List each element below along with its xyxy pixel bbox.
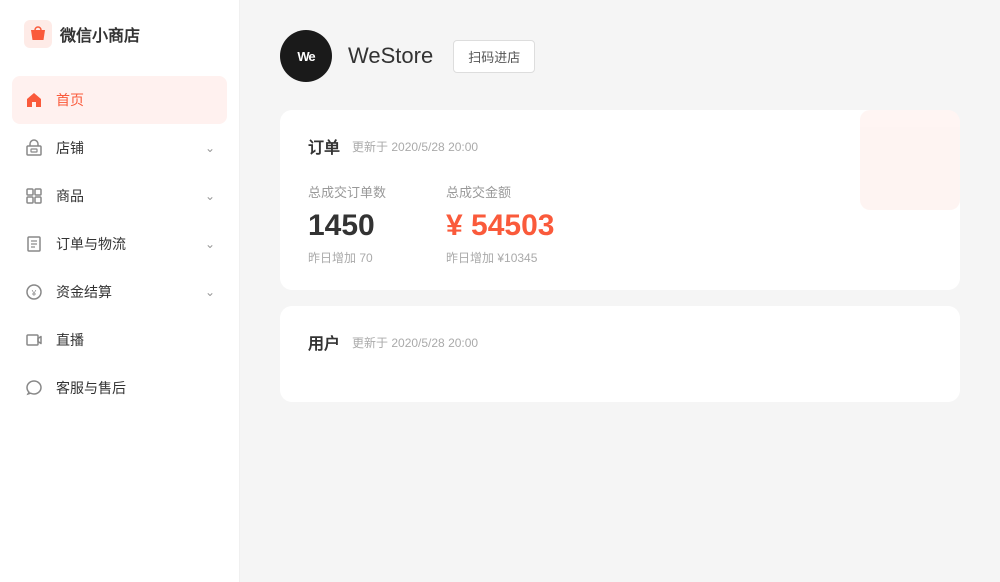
- store-name: WeStore: [348, 43, 433, 69]
- svg-text:¥: ¥: [31, 289, 37, 298]
- stat-order-amount-sub: 昨日增加 ¥10345: [446, 249, 537, 266]
- sidebar-item-home[interactable]: 首页: [12, 76, 227, 124]
- users-card-title: 用户: [308, 330, 340, 354]
- finance-chevron-icon: ⌄: [205, 285, 215, 299]
- store-avatar-text: We: [297, 49, 314, 64]
- orders-card-update: 更新于 2020/5/28 20:00: [352, 138, 478, 155]
- sidebar-item-finance[interactable]: ¥ 资金结算 ⌄: [0, 268, 239, 316]
- goods-icon: [24, 186, 44, 206]
- orders-stats: 总成交订单数 1450 昨日增加 70 总成交金额 ¥ 54503 昨日增加 ¥…: [308, 182, 932, 266]
- orders-chevron-icon: ⌄: [205, 237, 215, 251]
- app-title: 微信小商店: [60, 22, 140, 46]
- stat-order-count-label: 总成交订单数: [308, 182, 386, 201]
- shop-icon: [24, 138, 44, 158]
- live-icon: [24, 330, 44, 350]
- stat-order-count-sub: 昨日增加 70: [308, 249, 373, 266]
- home-icon: [24, 90, 44, 110]
- sidebar-item-shop-label: 店铺: [56, 138, 193, 158]
- orders-card-header: 订单 更新于 2020/5/28 20:00: [308, 134, 932, 158]
- sidebar-item-live[interactable]: 直播: [0, 316, 239, 364]
- sidebar-item-service-label: 客服与售后: [56, 378, 215, 398]
- sidebar-item-live-label: 直播: [56, 330, 215, 350]
- stat-order-amount: 总成交金额 ¥ 54503 昨日增加 ¥10345: [446, 182, 554, 266]
- store-avatar: We: [280, 30, 332, 82]
- sidebar-item-goods-label: 商品: [56, 186, 193, 206]
- sidebar-item-orders[interactable]: 订单与物流 ⌄: [0, 220, 239, 268]
- goods-chevron-icon: ⌄: [205, 189, 215, 203]
- stat-order-amount-label: 总成交金额: [446, 182, 511, 201]
- orders-card-title: 订单: [308, 134, 340, 158]
- stat-order-count-value: 1450: [308, 209, 375, 243]
- users-card: 用户 更新于 2020/5/28 20:00: [280, 306, 960, 402]
- sidebar-item-home-label: 首页: [56, 90, 215, 110]
- card-deco: [850, 110, 960, 220]
- users-card-header: 用户 更新于 2020/5/28 20:00: [308, 330, 932, 354]
- sidebar-item-service[interactable]: 客服与售后: [0, 364, 239, 412]
- shop-chevron-icon: ⌄: [205, 141, 215, 155]
- sidebar-item-finance-label: 资金结算: [56, 282, 193, 302]
- stat-order-count: 总成交订单数 1450 昨日增加 70: [308, 182, 386, 266]
- orders-card: 订单 更新于 2020/5/28 20:00 总成交订单数 1450 昨日增加 …: [280, 110, 960, 290]
- app-logo: 微信小商店: [0, 0, 239, 68]
- store-header: We WeStore 扫码进店: [280, 30, 960, 82]
- sidebar-item-goods[interactable]: 商品 ⌄: [0, 172, 239, 220]
- users-card-update: 更新于 2020/5/28 20:00: [352, 334, 478, 351]
- main-content: We WeStore 扫码进店 订单 更新于 2020/5/28 20:00 总…: [240, 0, 1000, 582]
- sidebar-item-orders-label: 订单与物流: [56, 234, 193, 254]
- sidebar-item-shop[interactable]: 店铺 ⌄: [0, 124, 239, 172]
- finance-icon: ¥: [24, 282, 44, 302]
- orders-icon: [24, 234, 44, 254]
- sidebar: 微信小商店 首页 店铺 ⌄: [0, 0, 240, 582]
- service-icon: [24, 378, 44, 398]
- logo-icon: [24, 20, 52, 48]
- scan-button[interactable]: 扫码进店: [453, 40, 535, 73]
- sidebar-nav: 首页 店铺 ⌄ 商: [0, 68, 239, 582]
- stat-order-amount-value: ¥ 54503: [446, 209, 554, 243]
